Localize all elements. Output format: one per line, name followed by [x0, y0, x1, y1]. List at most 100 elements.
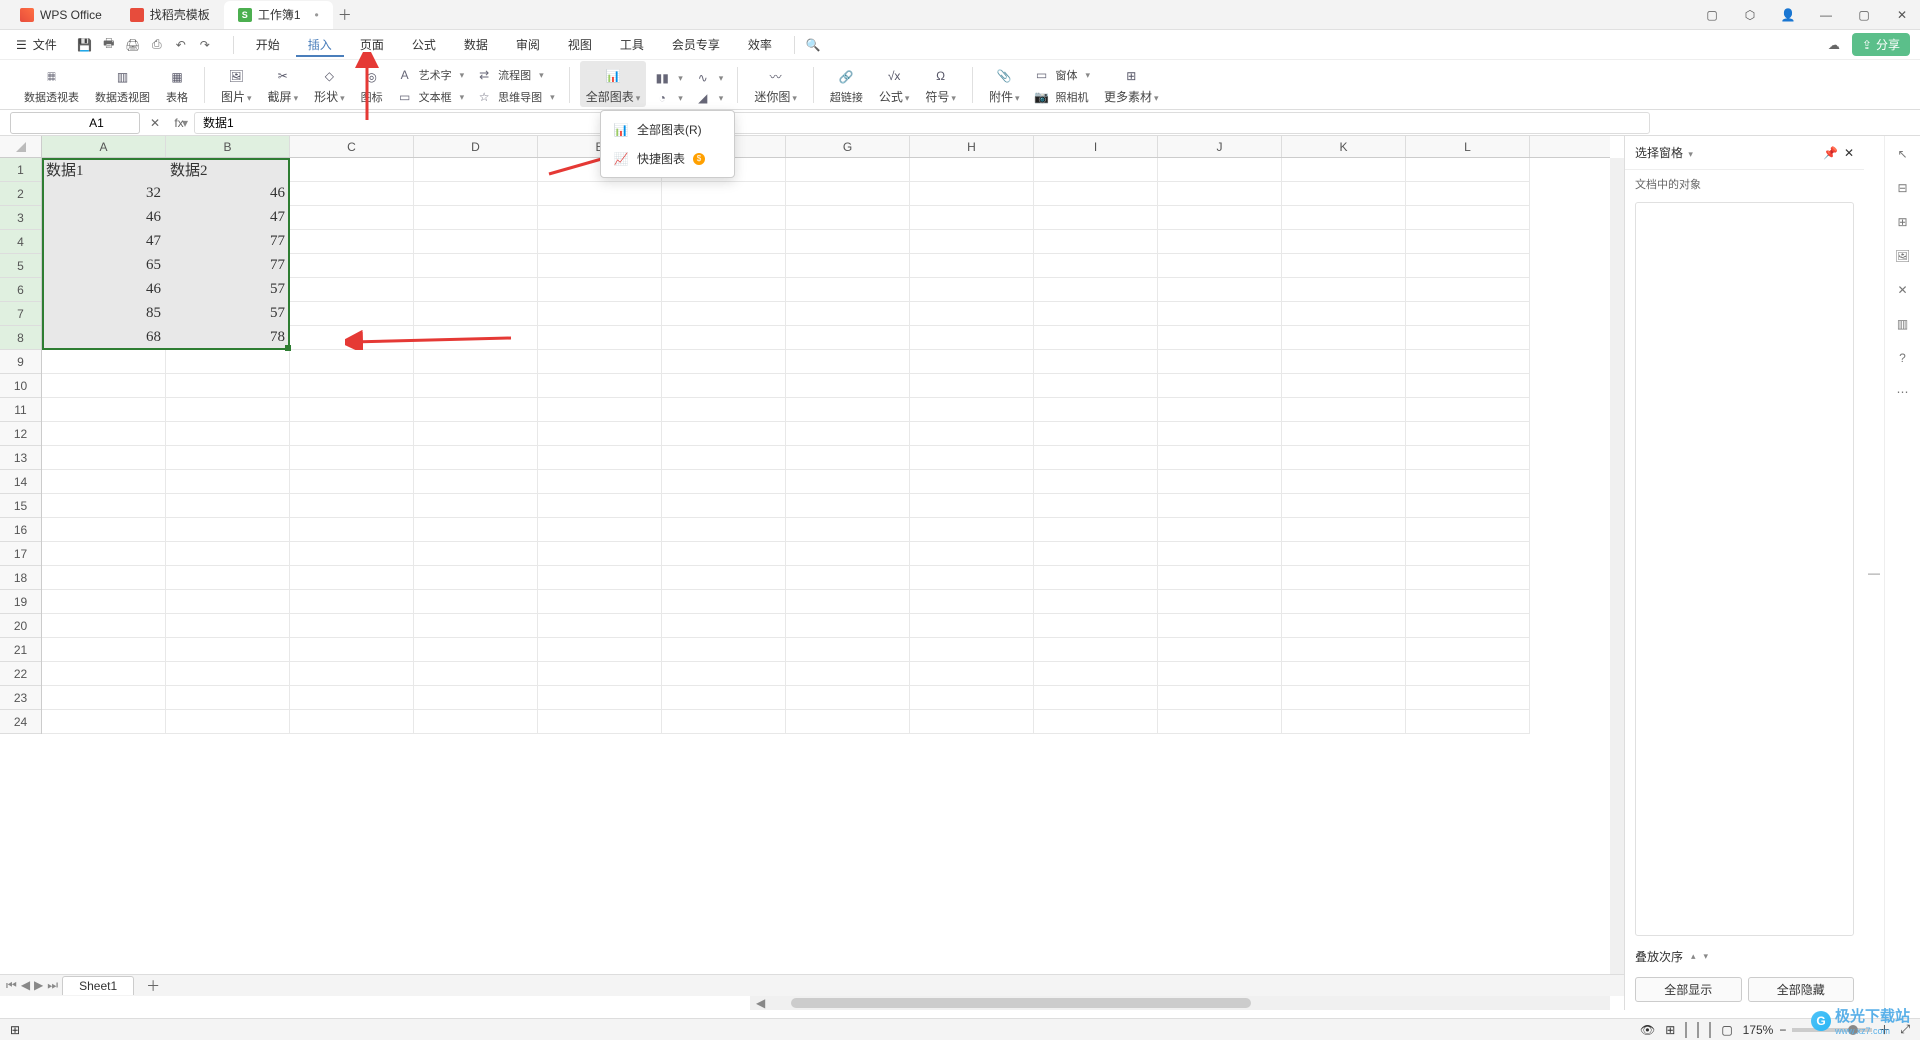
- cell[interactable]: [910, 446, 1034, 470]
- cell[interactable]: [290, 590, 414, 614]
- cell[interactable]: [1158, 230, 1282, 254]
- cell[interactable]: [910, 590, 1034, 614]
- cell[interactable]: 47: [42, 230, 166, 254]
- shapes-button[interactable]: ◇形状▾: [308, 61, 351, 107]
- grid-icon[interactable]: ⊞: [1665, 1023, 1675, 1037]
- dropdown-quick-chart[interactable]: 📈 快捷图表 $: [601, 144, 734, 173]
- column-header[interactable]: G: [786, 136, 910, 157]
- avatar-icon[interactable]: 👤: [1776, 8, 1800, 22]
- cell[interactable]: 65: [42, 254, 166, 278]
- menu-tools[interactable]: 工具: [608, 32, 656, 57]
- cell[interactable]: [1034, 662, 1158, 686]
- cancel-icon[interactable]: ✕: [146, 116, 164, 130]
- style-icon[interactable]: ⊞: [1893, 212, 1913, 232]
- cell[interactable]: [1034, 542, 1158, 566]
- cell[interactable]: [414, 494, 538, 518]
- cell[interactable]: [786, 638, 910, 662]
- cell[interactable]: [1158, 518, 1282, 542]
- cell[interactable]: [290, 518, 414, 542]
- cell[interactable]: [538, 206, 662, 230]
- sheet-prev-icon[interactable]: ◀: [21, 978, 30, 993]
- cell[interactable]: [414, 158, 538, 182]
- pivot-table-button[interactable]: 𝄜数据透视表: [18, 61, 85, 107]
- cell[interactable]: [786, 542, 910, 566]
- cell[interactable]: [1158, 614, 1282, 638]
- formula-input[interactable]: [194, 112, 1650, 134]
- tab-workbook[interactable]: S 工作簿1 •: [224, 1, 333, 29]
- cell[interactable]: [1158, 638, 1282, 662]
- cell[interactable]: [1282, 494, 1406, 518]
- share-button[interactable]: ⇪ 分享: [1852, 33, 1910, 56]
- cell[interactable]: [1158, 590, 1282, 614]
- cell[interactable]: 46: [42, 206, 166, 230]
- layout3-icon[interactable]: [1709, 1023, 1711, 1037]
- picture-button[interactable]: 🖼图片▾: [215, 61, 258, 107]
- cell[interactable]: [1034, 614, 1158, 638]
- cell[interactable]: [1282, 374, 1406, 398]
- cell[interactable]: [786, 182, 910, 206]
- cell[interactable]: [290, 542, 414, 566]
- cell[interactable]: [290, 422, 414, 446]
- menu-start[interactable]: 开始: [244, 32, 292, 57]
- undo-icon[interactable]: ↶: [173, 38, 189, 52]
- row-header[interactable]: 2: [0, 182, 41, 206]
- cell[interactable]: [910, 398, 1034, 422]
- cell[interactable]: [290, 254, 414, 278]
- cell[interactable]: [1406, 446, 1530, 470]
- cell[interactable]: [1406, 230, 1530, 254]
- cell[interactable]: [1282, 638, 1406, 662]
- cell[interactable]: [166, 494, 290, 518]
- cell[interactable]: [1034, 422, 1158, 446]
- cell[interactable]: [42, 542, 166, 566]
- cell[interactable]: [290, 614, 414, 638]
- cell[interactable]: [910, 710, 1034, 734]
- cell[interactable]: [786, 398, 910, 422]
- image-icon[interactable]: 🖼: [1893, 246, 1913, 266]
- cell[interactable]: [42, 350, 166, 374]
- cell[interactable]: [538, 422, 662, 446]
- cell[interactable]: [910, 374, 1034, 398]
- cell[interactable]: [1034, 350, 1158, 374]
- cell[interactable]: [1282, 302, 1406, 326]
- menu-page[interactable]: 页面: [348, 32, 396, 57]
- cell[interactable]: [166, 638, 290, 662]
- cell[interactable]: 77: [166, 254, 290, 278]
- row-header[interactable]: 5: [0, 254, 41, 278]
- symbol-button[interactable]: Ω符号▾: [919, 61, 962, 107]
- scrollbar-thumb[interactable]: [791, 998, 1251, 1008]
- cell[interactable]: [910, 350, 1034, 374]
- cell[interactable]: [290, 182, 414, 206]
- cell[interactable]: [662, 446, 786, 470]
- cell[interactable]: [662, 518, 786, 542]
- cell[interactable]: 78: [166, 326, 290, 350]
- cell[interactable]: [1158, 710, 1282, 734]
- cell[interactable]: [662, 230, 786, 254]
- select-all-corner[interactable]: [0, 136, 42, 158]
- cell[interactable]: [1158, 182, 1282, 206]
- cell[interactable]: [662, 686, 786, 710]
- chevron-up-icon[interactable]: ▴: [1691, 951, 1696, 962]
- cell[interactable]: [910, 614, 1034, 638]
- collapse-sidepane-button[interactable]: —: [1864, 136, 1884, 1010]
- redo-icon[interactable]: ↷: [197, 38, 213, 52]
- cell[interactable]: [538, 518, 662, 542]
- cell[interactable]: [290, 350, 414, 374]
- cell[interactable]: [538, 446, 662, 470]
- row-header[interactable]: 9: [0, 350, 41, 374]
- cell[interactable]: [538, 302, 662, 326]
- cell[interactable]: [42, 566, 166, 590]
- cell[interactable]: [662, 662, 786, 686]
- cell[interactable]: [166, 374, 290, 398]
- cell[interactable]: [166, 446, 290, 470]
- cell[interactable]: [290, 446, 414, 470]
- cell[interactable]: [414, 374, 538, 398]
- cell[interactable]: [786, 326, 910, 350]
- cell[interactable]: [786, 254, 910, 278]
- cell[interactable]: [538, 278, 662, 302]
- cell[interactable]: [290, 158, 414, 182]
- cell[interactable]: [910, 638, 1034, 662]
- row-header[interactable]: 13: [0, 446, 41, 470]
- cell[interactable]: [42, 614, 166, 638]
- cell[interactable]: [1034, 470, 1158, 494]
- dropdown-all-charts[interactable]: 📊 全部图表(R): [601, 115, 734, 144]
